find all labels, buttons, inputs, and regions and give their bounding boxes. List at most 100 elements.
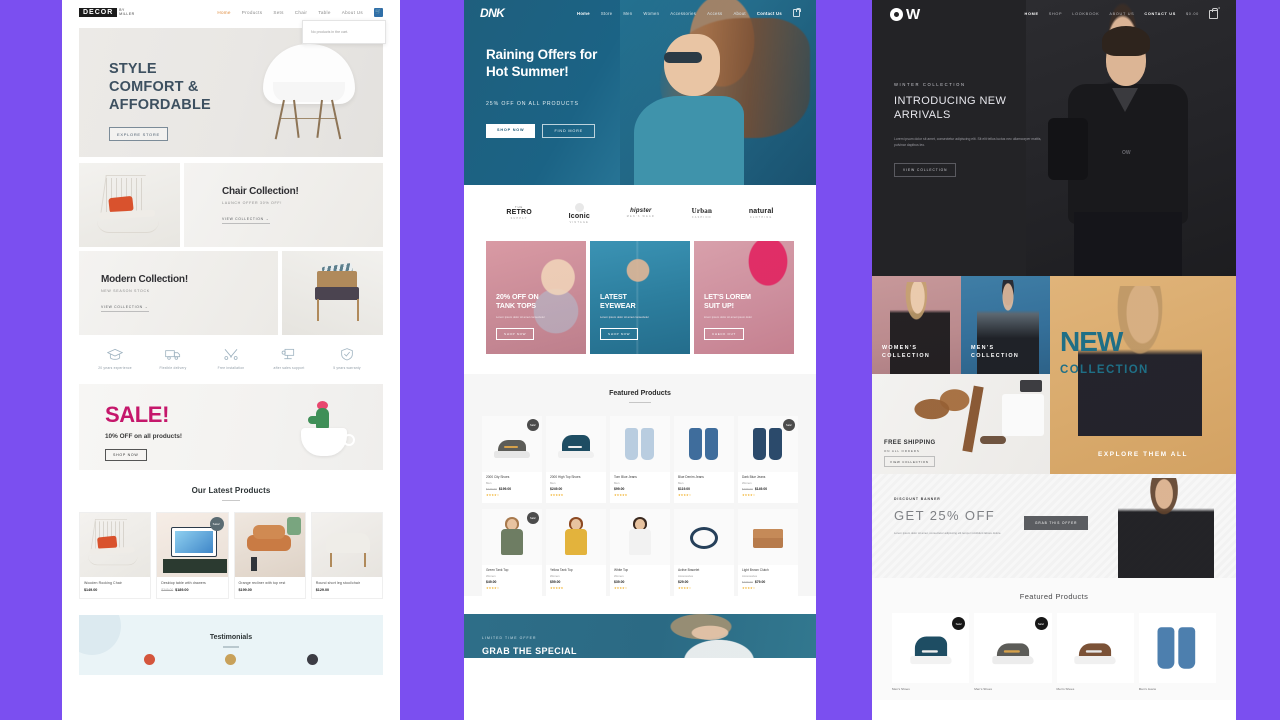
site2-shop-now-button[interactable]: SHOP NOW xyxy=(486,123,536,138)
shopping-bag-icon[interactable] xyxy=(793,8,801,17)
site2-nav-women[interactable]: Women xyxy=(643,11,659,16)
site2-product-card[interactable]: Sale! Green Tank Top Women $49.00 ★★★★☆ xyxy=(482,509,542,597)
site2-nav-access[interactable]: Access xyxy=(707,11,722,16)
site2-promo-desc: Lorem ipsum dolor sit amet consectetur xyxy=(496,315,545,319)
site1-logo[interactable]: DECOR BY MILLER xyxy=(79,7,135,17)
site2-product-badge: Sale! xyxy=(783,419,795,432)
site1-nav-table[interactable]: Table xyxy=(318,10,330,15)
site-ow: OW W HOME SHOP LOOKBOOK ABOUT US CONTACT… xyxy=(872,0,1236,720)
shopping-bag-icon[interactable]: 0 xyxy=(1209,7,1220,19)
site1-nav-sets[interactable]: Sets xyxy=(273,10,283,15)
site3-hero-button[interactable]: VIEW COLLECTION xyxy=(894,162,957,177)
site3-logo[interactable]: W xyxy=(890,6,920,23)
site1-product-card[interactable]: Orange recliner with top rest $199.00 xyxy=(233,512,306,600)
site3-discount-title: GET 25% OFF xyxy=(894,508,996,523)
site2-find-more-button[interactable]: FIND MORE xyxy=(542,123,595,138)
site-dnk: DNK Home Store Men Women Accessories Acc… xyxy=(464,0,816,720)
site2-product-rating: ★★★★★ xyxy=(614,493,628,498)
site3-cart-amount[interactable]: $0.00 xyxy=(1186,12,1199,16)
site2-promo-title: LET'S LOREM SUIT UP! xyxy=(704,292,751,310)
site3-product-card[interactable]: Men's Shoes xyxy=(1056,613,1134,691)
site2-product-row-1: Sale! 2000 City Shoes Men $249.00 $199.00… xyxy=(464,403,816,504)
site1-nav-about[interactable]: About Us xyxy=(342,10,363,15)
site3-new-collection-cta[interactable]: EXPLORE THEM ALL xyxy=(1050,451,1236,458)
site3-shipping-button[interactable]: VIEW COLLECTION xyxy=(884,456,935,467)
site1-product-card[interactable]: Sale! Desktop table with drawers $349.00… xyxy=(156,512,229,600)
site2-nav-about[interactable]: About xyxy=(733,11,745,16)
site1-modern-collection-sub: NEW SEASON STOCK xyxy=(101,289,150,293)
shopping-cart-icon[interactable]: 🛒 xyxy=(374,7,383,17)
site2-product-card[interactable]: 2000 High Top Shoes Men $249.00 ★★★★★ xyxy=(546,416,606,504)
site3-product-name: Men's Shoes xyxy=(892,687,910,691)
site2-product-rating: ★★★★☆ xyxy=(486,493,500,498)
site2-nav-accessories[interactable]: Accessories xyxy=(670,11,696,16)
site2-product-card[interactable]: Sale! Dark Blue Jeans Women $199.00 $149.… xyxy=(738,416,798,504)
site2-product-category: Women xyxy=(550,574,560,579)
site1-product-grid: Wooden Rocking Chair $149.00 Sale! Deskt… xyxy=(79,512,383,600)
site2-bottom-kicker: LIMITED TIME OFFER xyxy=(482,636,537,641)
site2-nav-home[interactable]: Home xyxy=(577,11,590,16)
site2-product-name: Yellow Tank Top xyxy=(550,568,573,573)
site1-feature-delivery: Flexible delivery xyxy=(145,347,201,370)
site1-latest-products: Our Latest Products Wooden Rocking Chair… xyxy=(79,486,383,600)
site2-promo-tank-tops[interactable]: 20% OFF ON TANK TOPS Lorem ipsum dolor s… xyxy=(486,241,586,354)
site2-nav-men[interactable]: Men xyxy=(623,11,632,16)
site2-nav-contact[interactable]: Contact Us xyxy=(757,11,782,16)
site1-feature-label-3: after sales support xyxy=(273,366,305,370)
site1-logo-mark: DECOR xyxy=(79,7,118,17)
site1-product-card[interactable]: Wooden Rocking Chair $149.00 xyxy=(79,512,152,600)
site2-product-card[interactable]: Blue Denim Jeans Men $119.00 ★★★★☆ xyxy=(674,416,734,504)
site2-product-rating: ★★★★☆ xyxy=(614,586,628,591)
site3-nav-about[interactable]: ABOUT US xyxy=(1109,12,1134,16)
site1-feature-label-0: 20 years experience xyxy=(98,366,132,370)
site2-promo-button[interactable]: SHOP NOW xyxy=(496,328,535,340)
site1-hero-button[interactable]: EXPLORE STORE xyxy=(109,127,168,142)
site2-product-card[interactable]: Active Bracelet Accessories $29.00 ★★★★☆ xyxy=(674,509,734,597)
site2-product-card[interactable]: Light Brown Clutch Accessories $109.00 $7… xyxy=(738,509,798,597)
site1-chair-collection-card[interactable]: Chair Collection! LAUNCH OFFER 30% OFF! … xyxy=(184,163,383,247)
site2-logo[interactable]: DNK xyxy=(480,6,505,20)
site3-nav-home[interactable]: HOME xyxy=(1025,12,1039,16)
site1-testimonials-heading: Testimonials xyxy=(209,634,253,642)
site2-product-card[interactable]: White Top Women $39.00 ★★★★☆ xyxy=(610,509,670,597)
site2-product-price: $109.00 $79.00 xyxy=(742,580,766,585)
site2-hero-sub: 25% OFF ON ALL PRODUCTS xyxy=(486,100,579,107)
site1-modern-collection-link[interactable]: VIEW COLLECTION → xyxy=(101,305,149,312)
site2-product-card[interactable]: Sale! 2000 City Shoes Men $249.00 $199.00… xyxy=(482,416,542,504)
site3-product-card[interactable]: Sale! Men's Shoes xyxy=(892,613,970,691)
site1-product-card[interactable]: Round short leg stool/chair $129.00 xyxy=(310,512,383,600)
site3-discount-button[interactable]: GRAB THIS OFFER xyxy=(1024,516,1089,530)
site1-chair-collection-link[interactable]: VIEW COLLECTION → xyxy=(222,217,270,224)
site2-promo-suit[interactable]: LET'S LOREM SUIT UP! lorem ipsum dolor s… xyxy=(694,241,794,354)
site1-feature-label-2: Free installation xyxy=(217,366,245,370)
site2-product-card[interactable]: Yellow Tank Top Women $59.00 ★★★★★ xyxy=(546,509,606,597)
site3-product-card[interactable]: Men's Jeans xyxy=(1138,613,1216,691)
site1-sale-sub: 10% OFF on all products! xyxy=(105,433,183,440)
site2-promo-button[interactable]: CHECK OUT xyxy=(704,328,744,340)
site2-product-card[interactable]: Torn Blue Jeans Men $99.00 ★★★★★ xyxy=(610,416,670,504)
site3-nav-lookbook[interactable]: LOOKBOOK xyxy=(1072,12,1099,16)
site3-tile-womens-collection[interactable]: WOMEN'S COLLECTION xyxy=(872,276,961,374)
site3-product-card[interactable]: Sale! Men's Shoes xyxy=(974,613,1052,691)
site1-nav-chair[interactable]: Chair xyxy=(295,10,307,15)
site3-nav-contact[interactable]: CONTACT US xyxy=(1144,12,1176,16)
site1-nav-products[interactable]: Products xyxy=(242,10,263,15)
site2-promo-title: 20% OFF ON TANK TOPS xyxy=(496,292,539,310)
site1-testimonials: Testimonials xyxy=(79,615,383,676)
site2-promo-button[interactable]: SHOP NOW xyxy=(600,328,639,340)
site1-product-old-price: $349.00 xyxy=(161,588,174,593)
site3-free-shipping-tile[interactable]: FREE SHIPPING ON ALL ORDERS VIEW COLLECT… xyxy=(872,374,1050,474)
site1-nav-home[interactable]: Home xyxy=(217,10,230,15)
cactus-illustration xyxy=(295,396,359,460)
tools-icon xyxy=(224,349,238,360)
site1-modern-collection-card[interactable]: Modern Collection! NEW SEASON STOCK VIEW… xyxy=(79,251,278,335)
site2-promo-eyewear[interactable]: LATEST EYEWEAR Lorem ipsum dolor sit ame… xyxy=(590,241,690,354)
brand-dot-icon xyxy=(574,202,584,212)
site3-new-collection-line2: COLLECTION xyxy=(1060,364,1149,376)
site2-nav-store[interactable]: Store xyxy=(601,11,613,16)
site3-tile-mens-collection[interactable]: MEN'S COLLECTION xyxy=(961,276,1050,374)
site1-sale-button[interactable]: SHOP NOW xyxy=(105,449,147,461)
site2-bottom-banner: LIMITED TIME OFFER GRAB THE SPECIAL xyxy=(464,614,816,659)
site3-new-collection-tile[interactable]: NEW COLLECTION EXPLORE THEM ALL xyxy=(1050,276,1236,474)
site3-nav-shop[interactable]: SHOP xyxy=(1049,12,1063,16)
